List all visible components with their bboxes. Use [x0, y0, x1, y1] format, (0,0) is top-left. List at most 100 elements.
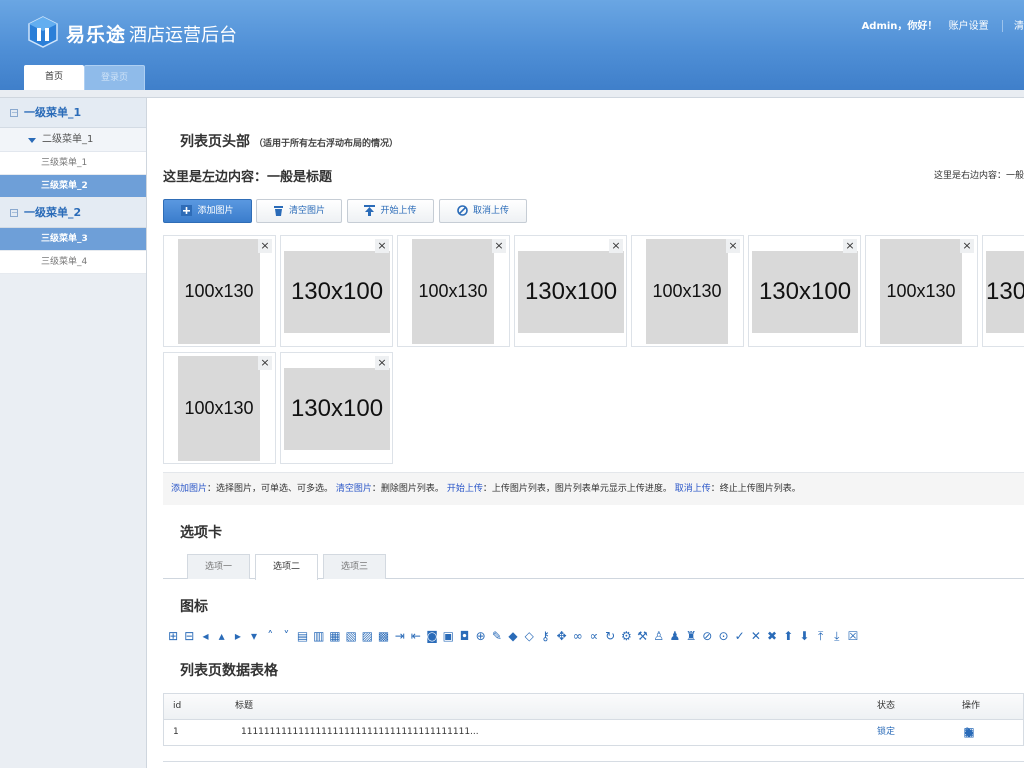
- cancel-upload-label: 取消上传: [472, 206, 509, 216]
- tab-option-3[interactable]: 选项三: [323, 554, 386, 579]
- document-icon: ▤: [296, 629, 309, 643]
- close-icon[interactable]: ×: [375, 356, 389, 370]
- arrow-down-icon: ⬇: [799, 629, 810, 643]
- column-header-title[interactable]: 标题: [235, 694, 253, 718]
- close-icon[interactable]: ×: [960, 239, 974, 253]
- sidebar-item-level2-1[interactable]: 二级菜单_1: [0, 128, 146, 152]
- logout-icon: ⇤: [410, 629, 421, 643]
- thumbnail-item[interactable]: 130x100 ×: [514, 235, 627, 347]
- link-icon: ∞: [572, 629, 583, 643]
- column-header-status[interactable]: 状态: [877, 694, 895, 718]
- close-icon[interactable]: ×: [258, 239, 272, 253]
- sidebar-item-level3-2[interactable]: 三级菜单_2: [0, 175, 146, 198]
- clear-images-label: 清空图片: [288, 206, 325, 216]
- image-icon: ◘: [459, 629, 470, 643]
- welcome-text: Admin，你好！: [861, 21, 938, 32]
- ban-icon: [457, 205, 468, 216]
- image-placeholder: 100x130: [880, 239, 962, 344]
- upload-icon: [364, 205, 376, 216]
- arrow-up-icon: ⬆: [783, 629, 794, 643]
- document-edit-icon: ▥: [313, 629, 325, 643]
- user-icon: ♙: [653, 629, 665, 643]
- data-table: id 标题 状态 操作 1 11111111111111111111111111…: [163, 693, 1024, 746]
- tab-option-2[interactable]: 选项二: [255, 554, 318, 580]
- triangle-up-icon: ▴: [218, 629, 225, 643]
- image-placeholder: 130x100: [518, 251, 624, 333]
- close-icon[interactable]: ×: [375, 239, 389, 253]
- document-list-icon: ▧: [345, 629, 357, 643]
- help-bar: 添加图片：选择图片，可单选、可多选。 清空图片：删除图片列表。 开始上传：上传图…: [163, 472, 1024, 505]
- help-cancel-link[interactable]: 取消上传: [675, 484, 711, 494]
- close-icon[interactable]: ×: [726, 239, 740, 253]
- image-placeholder: 130x100: [752, 251, 858, 333]
- help-add-link[interactable]: 添加图片: [171, 484, 207, 494]
- add-icon: [181, 205, 193, 216]
- image-placeholder: 100x130: [178, 356, 260, 461]
- triangle-left-icon: ◂: [202, 629, 209, 643]
- export-icon: ⇥: [394, 629, 405, 643]
- cell-status-link[interactable]: 锁定: [877, 720, 895, 744]
- presentation-icon: ◙: [426, 629, 438, 643]
- table-section-title: 列表页数据表格: [180, 663, 278, 679]
- brand-name: 易乐途: [66, 25, 127, 46]
- add-image-button[interactable]: 添加图片: [163, 199, 252, 223]
- check-circle-icon: ⊙: [718, 629, 729, 643]
- column-header-action[interactable]: 操作: [962, 694, 980, 718]
- start-upload-button[interactable]: 开始上传: [347, 199, 434, 223]
- thumbnail-item[interactable]: 100x130 ×: [163, 352, 276, 464]
- thumbnail-item[interactable]: 100x130 ×: [631, 235, 744, 347]
- help-clear-link[interactable]: 清空图片: [336, 484, 372, 494]
- thumbnail-item[interactable]: 130x100 ×: [280, 235, 393, 347]
- users-icon: ♜: [685, 629, 697, 643]
- sidebar-item-level3-4[interactable]: 三级菜单_4: [0, 251, 146, 274]
- icons-section-title: 图标: [180, 599, 208, 615]
- key-icon: ⚷: [541, 629, 550, 643]
- account-settings-link[interactable]: 账户设置: [949, 17, 989, 32]
- collapse-icon[interactable]: −: [10, 109, 18, 117]
- close-icon[interactable]: ×: [258, 356, 272, 370]
- tools-icon: ⚒: [637, 629, 648, 643]
- document-copy-icon: ▨: [361, 629, 374, 643]
- collapse-icon[interactable]: −: [10, 209, 18, 217]
- header-divider: [0, 90, 1024, 98]
- sidebar-item-level1-1[interactable]: − 一级菜单_1: [0, 98, 146, 128]
- thumbnail-item[interactable]: 130x100 ×: [748, 235, 861, 347]
- help-start-link[interactable]: 开始上传: [447, 484, 483, 494]
- logo-icon: [28, 16, 58, 48]
- thumbnail-item[interactable]: 130x100 ×: [280, 352, 393, 464]
- divider: [163, 761, 1024, 762]
- close-icon[interactable]: ×: [492, 239, 506, 253]
- help-add-text: ：选择图片，可单选、可多选。: [207, 484, 334, 494]
- cancel-upload-button[interactable]: 取消上传: [439, 199, 527, 223]
- thumbnail-item[interactable]: 100x130 ×: [865, 235, 978, 347]
- right-title: 这里是右边内容：一般: [933, 171, 1024, 181]
- close-icon[interactable]: ×: [843, 239, 857, 253]
- clear-images-button[interactable]: 清空图片: [256, 199, 342, 223]
- triangle-down-icon: ▾: [251, 629, 258, 643]
- help-clear-text: ：删除图片列表。: [371, 484, 444, 494]
- thumbnail-item[interactable]: 100x130 ×: [163, 235, 276, 347]
- tab-login[interactable]: 登录页: [84, 65, 145, 90]
- clear-link[interactable]: 清: [1014, 17, 1024, 32]
- close-icon[interactable]: ×: [609, 239, 623, 253]
- document-search-icon[interactable]: ▦: [961, 725, 977, 739]
- thumbnail-item[interactable]: 130: [982, 235, 1024, 347]
- sidebar-item-label: 一级菜单_1: [24, 106, 82, 119]
- help-cancel-text: ：终止上传图片列表。: [710, 484, 801, 494]
- pencil-icon: ✎: [491, 629, 502, 643]
- sidebar-item-level3-3[interactable]: 三级菜单_3: [0, 228, 146, 251]
- table-row[interactable]: 1 11111111111111111111111111111111111111…: [164, 720, 1023, 746]
- thumbnail-item[interactable]: 100x130 ×: [397, 235, 510, 347]
- sidebar-item-label: 二级菜单_1: [42, 134, 94, 145]
- sidebar-item-level3-1[interactable]: 三级菜单_1: [0, 152, 146, 175]
- brand-subtitle: 酒店运营后台: [129, 25, 237, 46]
- tab-option-1[interactable]: 选项一: [187, 554, 250, 579]
- check-icon: ✓: [734, 629, 745, 643]
- list-header-text: 列表页头部: [180, 134, 250, 150]
- add-image-label: 添加图片: [197, 206, 234, 216]
- tab-home[interactable]: 首页: [24, 65, 84, 90]
- column-header-id[interactable]: id: [173, 694, 181, 718]
- sidebar-item-level1-2[interactable]: − 一级菜单_2: [0, 198, 146, 228]
- refresh-icon: ↻: [605, 629, 616, 643]
- image-placeholder: 100x130: [178, 239, 260, 344]
